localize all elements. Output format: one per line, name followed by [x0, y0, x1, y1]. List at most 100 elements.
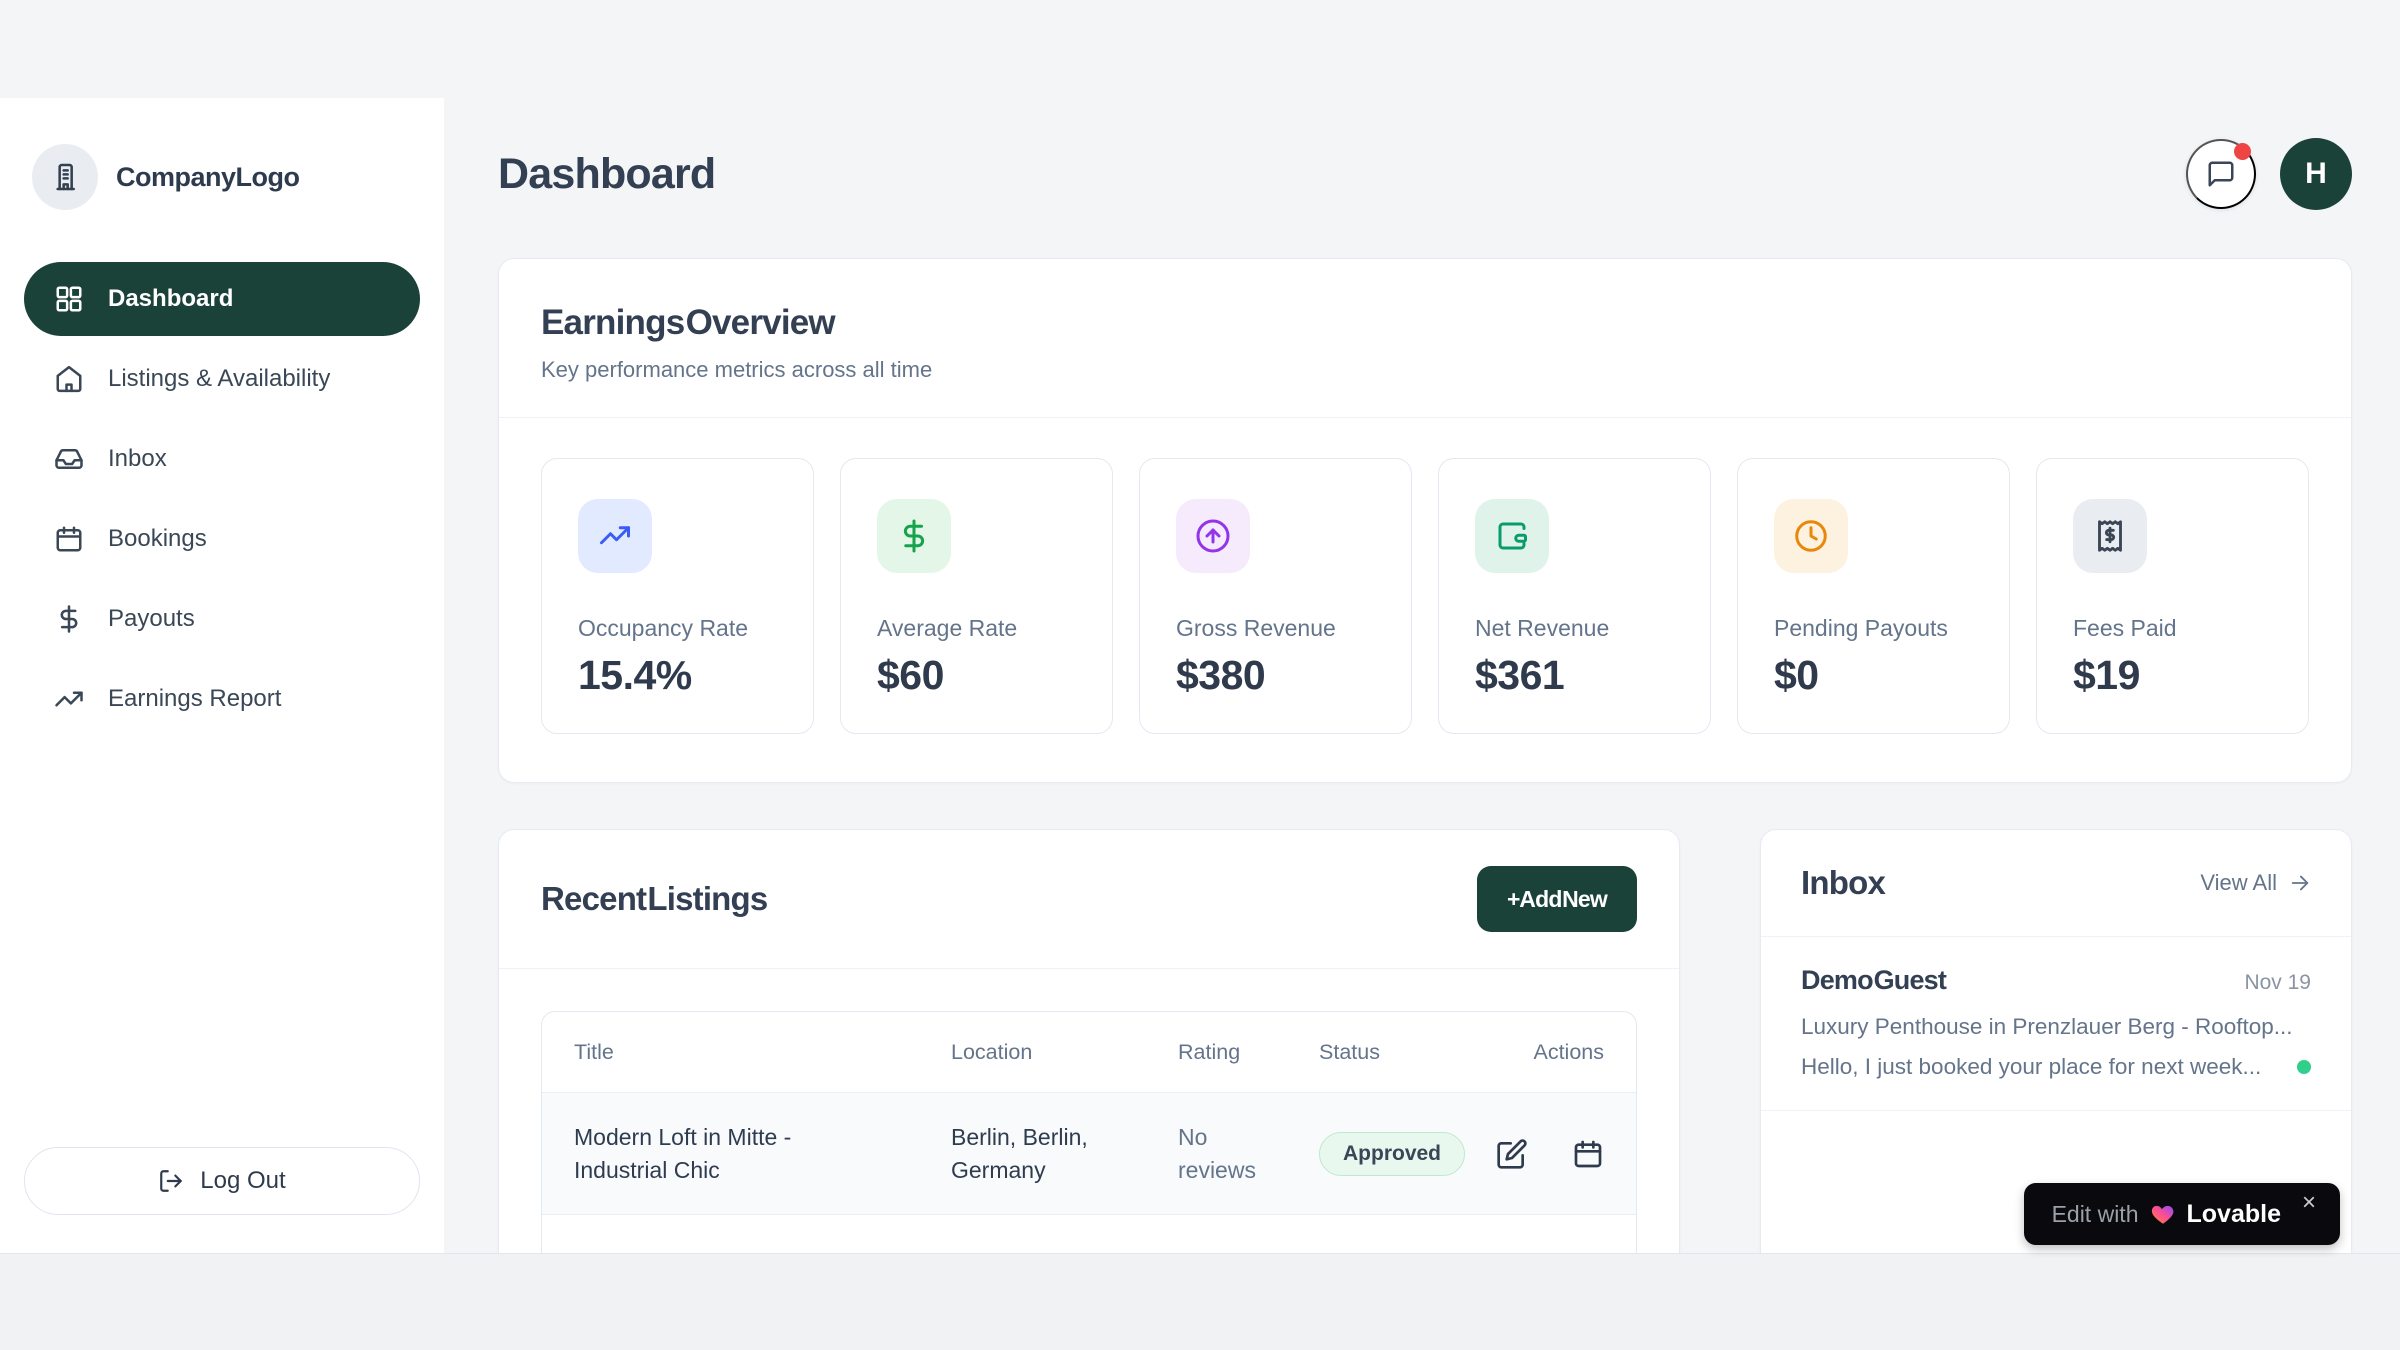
recent-listings-header: Recent Listings + Add New — [499, 830, 1679, 968]
metric-card-net-revenue: Net Revenue $361 — [1438, 458, 1711, 734]
lovable-badge-prefix: Edit with — [2052, 1201, 2139, 1228]
sidebar-item-dashboard[interactable]: Dashboard — [24, 262, 420, 336]
metric-value: 15.4% — [578, 652, 777, 699]
calendar-icon — [54, 524, 84, 554]
view-all-link[interactable]: View All — [2200, 870, 2311, 896]
receipt-icon — [2073, 499, 2147, 573]
sidebar-item-listings[interactable]: Listings & Availability — [24, 342, 420, 416]
inbox-icon — [54, 444, 84, 474]
column-header-rating: Rating — [1178, 1040, 1319, 1065]
lovable-badge-brand: Lovable — [2187, 1200, 2281, 1229]
building-icon — [32, 144, 98, 210]
main-header: Dashboard H — [498, 138, 2352, 210]
wallet-icon — [1475, 499, 1549, 573]
sidebar-item-label: Payouts — [108, 605, 195, 633]
view-all-label: View All — [2200, 870, 2277, 896]
page-background-strip — [0, 1253, 2400, 1350]
metric-label: Net Revenue — [1475, 615, 1674, 642]
sidebar-item-payouts[interactable]: Payouts — [24, 582, 420, 656]
message-subject: Luxury Penthouse in Prenzlauer Berg - Ro… — [1801, 1014, 2311, 1040]
message-sender: Demo Guest — [1801, 965, 1946, 996]
sidebar-nav: Dashboard Listings & Availability Inbox — [24, 262, 420, 742]
sidebar-item-inbox[interactable]: Inbox — [24, 422, 420, 496]
calendar-icon — [1572, 1138, 1604, 1170]
sidebar-item-label: Inbox — [108, 445, 167, 473]
main-content: Dashboard H Earnings Overview Key perfor… — [498, 98, 2352, 1349]
sidebar: CompanyLogo Dashboard Listings & Availab… — [0, 98, 444, 1253]
listing-actions — [1484, 1138, 1604, 1170]
add-new-button[interactable]: + Add New — [1477, 866, 1637, 932]
metric-value: $361 — [1475, 652, 1674, 699]
metric-card-pending-payouts: Pending Payouts $0 — [1737, 458, 2010, 734]
status-badge: Approved — [1319, 1132, 1465, 1176]
logout-icon — [158, 1168, 184, 1194]
metric-card-fees-paid: Fees Paid $19 — [2036, 458, 2309, 734]
message-preview-row: Hello, I just booked your place for next… — [1801, 1054, 2311, 1080]
metric-card-gross-revenue: Gross Revenue $380 — [1139, 458, 1412, 734]
metric-label: Pending Payouts — [1774, 615, 1973, 642]
metric-card-average-rate: Average Rate $60 — [840, 458, 1113, 734]
column-header-status: Status — [1319, 1040, 1484, 1065]
grid-icon — [54, 284, 84, 314]
chat-button[interactable] — [2186, 139, 2256, 209]
metric-value: $19 — [2073, 652, 2272, 699]
message-preview: Hello, I just booked your place for next… — [1801, 1054, 2261, 1080]
table-row[interactable]: Modern Loft in Mitte - Industrial Chic B… — [542, 1092, 1636, 1214]
logout-label: Log Out — [200, 1167, 285, 1195]
avatar[interactable]: H — [2280, 138, 2352, 210]
page-title: Dashboard — [498, 150, 715, 199]
edit-listing-button[interactable] — [1496, 1138, 1528, 1170]
metric-value: $0 — [1774, 652, 1973, 699]
arrow-right-icon — [2289, 872, 2311, 894]
sidebar-item-bookings[interactable]: Bookings — [24, 502, 420, 576]
metric-label: Fees Paid — [2073, 615, 2272, 642]
inbox-message[interactable]: Demo Guest Nov 19 Luxury Penthouse in Pr… — [1761, 937, 2351, 1111]
lovable-heart-icon — [2150, 1201, 2176, 1227]
message-header: Demo Guest Nov 19 — [1801, 965, 2311, 996]
listing-status-cell: Approved — [1319, 1132, 1484, 1176]
sidebar-item-label: Bookings — [108, 525, 207, 553]
home-icon — [54, 364, 84, 394]
sidebar-item-label: Dashboard — [108, 285, 233, 313]
metric-label: Occupancy Rate — [578, 615, 777, 642]
sidebar-item-earnings-report[interactable]: Earnings Report — [24, 662, 420, 736]
logout-button[interactable]: Log Out — [24, 1147, 420, 1215]
metric-value: $380 — [1176, 652, 1375, 699]
earnings-overview-title: Earnings Overview — [541, 303, 2309, 343]
dollar-sign-icon — [54, 604, 84, 634]
notification-dot — [2234, 143, 2251, 160]
metric-label: Gross Revenue — [1176, 615, 1375, 642]
edit-icon — [1496, 1138, 1528, 1170]
trending-up-icon — [578, 499, 652, 573]
column-header-location: Location — [951, 1040, 1178, 1065]
metrics-row: Occupancy Rate 15.4% Average Rate $60 — [499, 418, 2351, 782]
calendar-listing-button[interactable] — [1572, 1138, 1604, 1170]
sidebar-item-label: Listings & Availability — [108, 365, 330, 393]
metric-label: Average Rate — [877, 615, 1076, 642]
metric-value: $60 — [877, 652, 1076, 699]
earnings-overview-card: Earnings Overview Key performance metric… — [498, 258, 2352, 783]
clock-icon — [1774, 499, 1848, 573]
column-header-actions: Actions — [1484, 1040, 1604, 1065]
inbox-title: Inbox — [1801, 864, 1885, 902]
close-icon[interactable]: × — [2302, 1191, 2316, 1215]
dollar-sign-icon — [877, 499, 951, 573]
recent-listings-title: Recent Listings — [541, 880, 767, 918]
circle-arrow-up-icon — [1176, 499, 1250, 573]
listing-location: Berlin, Berlin, Germany — [951, 1121, 1126, 1185]
column-header-title: Title — [574, 1040, 951, 1065]
company-logo-label: CompanyLogo — [116, 162, 300, 193]
trending-up-icon — [54, 684, 84, 714]
table-header-row: Title Location Rating Status Actions — [542, 1012, 1636, 1092]
listing-rating: No reviews — [1178, 1121, 1288, 1185]
header-actions: H — [2186, 138, 2352, 210]
avatar-initial: H — [2305, 157, 2327, 191]
metric-card-occupancy-rate: Occupancy Rate 15.4% — [541, 458, 814, 734]
company-logo: CompanyLogo — [24, 144, 420, 210]
unread-indicator-dot — [2297, 1060, 2311, 1074]
earnings-overview-subtitle: Key performance metrics across all time — [541, 357, 2309, 383]
lovable-badge[interactable]: Edit with Lovable × — [2024, 1183, 2340, 1245]
listing-title: Modern Loft in Mitte - Industrial Chic — [574, 1121, 874, 1185]
sidebar-item-label: Earnings Report — [108, 685, 281, 713]
earnings-overview-header: Earnings Overview Key performance metric… — [499, 259, 2351, 417]
